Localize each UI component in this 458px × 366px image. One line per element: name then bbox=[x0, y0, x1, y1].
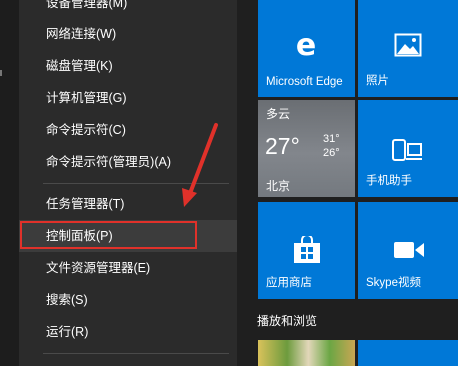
tile-label: 照片 bbox=[366, 75, 389, 87]
menu-item-network-connections[interactable]: 网络连接(W) bbox=[19, 18, 237, 50]
phone-icon bbox=[392, 139, 422, 161]
tile-label: Skype视频 bbox=[366, 277, 421, 289]
tile-weather[interactable]: 多云 27° 31° 26° 北京 bbox=[258, 100, 355, 197]
tile-skype-video[interactable]: Skype视频 bbox=[358, 202, 458, 299]
winx-menu: 设备管理器(M) 网络连接(W) 磁盘管理(K) 计算机管理(G) 命令提示符(… bbox=[19, 0, 237, 366]
photos-icon bbox=[394, 33, 422, 57]
tile-group-title[interactable]: 播放和浏览 bbox=[257, 312, 317, 329]
weather-high: 31° bbox=[323, 133, 340, 145]
menu-item-command-prompt[interactable]: 命令提示符(C) bbox=[19, 114, 237, 146]
start-left-strip bbox=[0, 0, 19, 366]
tile-label: Microsoft Edge bbox=[266, 76, 343, 88]
tile-photos[interactable]: 照片 bbox=[358, 0, 458, 97]
menu-item-search[interactable]: 搜索(S) bbox=[19, 284, 237, 316]
weather-temperature: 27° bbox=[265, 133, 300, 159]
weather-location: 北京 bbox=[266, 179, 291, 193]
tile-store[interactable]: 应用商店 bbox=[258, 202, 355, 299]
tile-partial[interactable] bbox=[358, 340, 458, 366]
strip-marker bbox=[0, 70, 2, 76]
control-panel-highlight-box bbox=[20, 221, 197, 249]
video-camera-icon bbox=[394, 242, 424, 258]
store-icon bbox=[294, 236, 320, 263]
menu-item-disk-management[interactable]: 磁盘管理(K) bbox=[19, 50, 237, 82]
tile-edge[interactable]: e Microsoft Edge bbox=[258, 0, 355, 97]
tile-label: 手机助手 bbox=[366, 175, 412, 187]
menu-item-file-explorer[interactable]: 文件资源管理器(E) bbox=[19, 252, 237, 284]
menu-separator bbox=[43, 183, 229, 184]
menu-item-task-manager[interactable]: 任务管理器(T) bbox=[19, 188, 237, 220]
menu-item-run[interactable]: 运行(R) bbox=[19, 316, 237, 348]
menu-item-command-prompt-admin[interactable]: 命令提示符(管理员)(A) bbox=[19, 146, 237, 178]
tile-phone-companion[interactable]: 手机助手 bbox=[358, 100, 458, 197]
tile-label: 应用商店 bbox=[266, 277, 312, 289]
menu-item-computer-management[interactable]: 计算机管理(G) bbox=[19, 82, 237, 114]
weather-condition: 多云 bbox=[266, 107, 291, 121]
edge-icon: e bbox=[296, 30, 316, 60]
menu-item-device-manager[interactable]: 设备管理器(M) bbox=[19, 0, 237, 19]
menu-separator bbox=[43, 353, 229, 354]
weather-low: 26° bbox=[323, 147, 340, 159]
tile-game[interactable] bbox=[258, 340, 355, 366]
svg-text:e: e bbox=[296, 30, 316, 60]
